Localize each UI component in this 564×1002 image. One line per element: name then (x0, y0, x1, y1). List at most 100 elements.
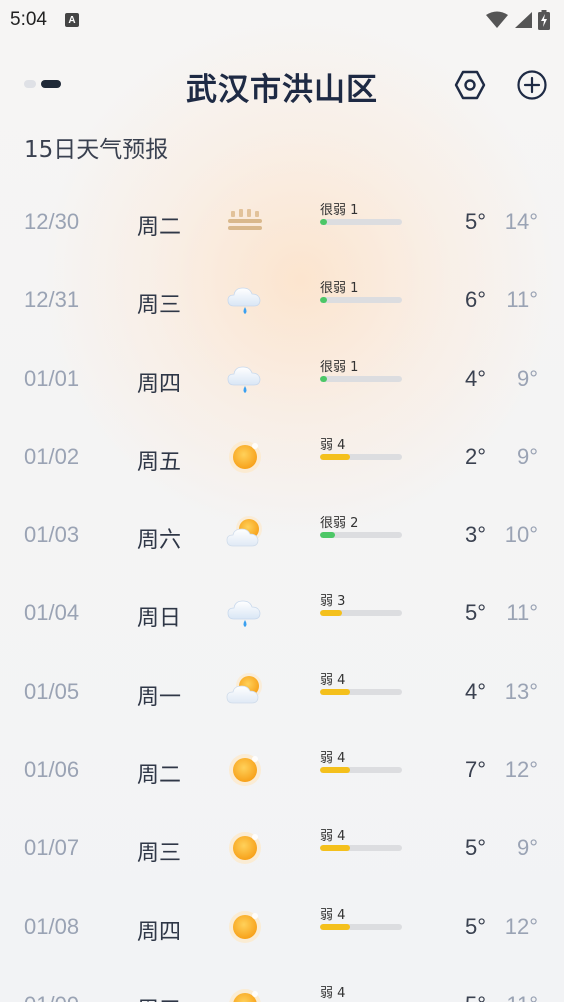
temp-low: 5° (464, 835, 486, 861)
haze-icon (225, 201, 265, 241)
day-date: 01/05 (24, 678, 80, 704)
day-date: 01/04 (24, 600, 80, 626)
aq-bar (320, 688, 402, 695)
forecast-day-row[interactable]: 12/31 周三 很弱 1 6° 11° (0, 263, 564, 341)
aq-label: 很弱 1 (320, 359, 359, 375)
signal-icon (515, 12, 532, 28)
forecast-day-row[interactable]: 12/30 周二 很弱 1 5° 14° (0, 185, 564, 263)
temp-high: 14° (504, 209, 538, 234)
day-date: 01/09 (24, 992, 79, 1002)
temp-low: 5° (464, 600, 486, 626)
a-notification-icon: A (64, 13, 79, 27)
day-weekday: 周一 (137, 684, 182, 710)
aq-bar-fill (320, 845, 350, 852)
day-date: 01/07 (24, 835, 80, 861)
day-weekday: 周三 (137, 841, 182, 867)
header: 武汉市洪山区 (0, 48, 564, 124)
day-date: 01/01 (24, 365, 80, 391)
aq-bar-fill (320, 532, 335, 539)
day-weekday: 周四 (137, 371, 182, 397)
aq-bar (320, 767, 402, 774)
day-date: 01/06 (24, 757, 80, 783)
aq-bar (320, 219, 402, 225)
aq-bar-fill (320, 923, 350, 930)
settings-button[interactable] (453, 68, 487, 102)
light-rain-icon (225, 592, 265, 632)
forecast-day-row[interactable]: 01/03 周六 很弱 2 3° 10° (0, 498, 564, 576)
forecast-list: 12/30 周二 很弱 1 5° 14° 12/31 周三 很弱 1 6° 11° 01/01 周四很… (0, 185, 564, 1002)
temp-low: 4° (464, 678, 486, 704)
day-weekday: 周四 (137, 919, 182, 945)
aq-bar-fill (320, 375, 328, 382)
aq-bar-fill (320, 688, 350, 695)
temp-low: 2° (464, 443, 486, 469)
day-date: 01/02 (24, 443, 80, 469)
day-weekday: 周六 (137, 528, 182, 554)
temp-low: 4° (464, 365, 486, 391)
temp-high: 11° (506, 992, 538, 1002)
aq-label: 很弱 1 (320, 281, 359, 297)
aq-bar-fill (320, 767, 350, 774)
sunny-icon (225, 906, 265, 946)
temp-high: 12° (504, 913, 538, 939)
status-time: 5:04 (10, 9, 47, 30)
aq-label: 弱 3 (320, 594, 346, 610)
temp-low: 7° (464, 757, 486, 783)
hexagon-settings-icon (454, 70, 486, 100)
forecast-day-row[interactable]: 01/04 周日 弱 3 5° 11° (0, 576, 564, 654)
day-weekday: 周日 (137, 606, 182, 632)
sunny-icon (225, 749, 265, 789)
day-date: 01/08 (24, 913, 80, 939)
day-weekday: 周五 (137, 992, 181, 1002)
partly-cloudy-icon (225, 514, 265, 554)
aq-bar (320, 923, 402, 930)
forecast-day-row[interactable]: 01/08 周四 弱 4 5° 12° (0, 890, 564, 968)
aq-bar (320, 453, 402, 460)
temp-high: 10° (504, 522, 538, 548)
temp-high: 13° (504, 678, 538, 704)
forecast-day-row[interactable]: 01/09 周五 弱 4 5° 11° (0, 968, 564, 1002)
day-weekday: 周五 (137, 449, 182, 475)
temp-low: 5° (465, 992, 486, 1002)
aq-bar (320, 297, 402, 304)
aq-bar-fill (320, 219, 328, 225)
aq-bar-fill (320, 297, 328, 304)
add-circle-icon (517, 70, 547, 100)
aq-label: 弱 4 (320, 672, 346, 688)
forecast-day-row[interactable]: 01/02 周五 弱 4 2° 9° (0, 420, 564, 498)
day-date: 12/31 (24, 287, 80, 313)
forecast-day-row[interactable]: 01/07 周三 弱 4 5° 9° (0, 811, 564, 889)
forecast-day-row[interactable]: 01/05 周一 弱 4 4° 13° (0, 655, 564, 733)
temp-high: 11° (506, 600, 538, 626)
aq-label: 弱 4 (320, 907, 346, 923)
day-weekday: 周二 (137, 763, 182, 789)
day-weekday: 周二 (137, 215, 182, 240)
aq-label: 很弱 2 (320, 516, 359, 532)
status-bar: 5:04 A (0, 0, 564, 40)
forecast-day-row[interactable]: 01/01 周四 很弱 1 4° 9° (0, 342, 564, 420)
temp-low: 3° (464, 522, 486, 548)
add-city-button[interactable] (515, 68, 549, 102)
forecast-title: 15日天气预报 (24, 137, 169, 163)
day-date: 01/03 (24, 522, 80, 548)
day-date: 12/30 (24, 209, 80, 234)
aq-label: 弱 4 (320, 829, 346, 845)
temp-low: 5° (464, 913, 486, 939)
light-rain-icon (225, 279, 265, 319)
temp-low: 5° (464, 209, 486, 234)
aq-bar (320, 610, 402, 617)
forecast-day-row[interactable]: 01/06 周二 弱 4 7° 12° (0, 733, 564, 811)
temp-high: 9° (516, 365, 538, 391)
aq-label: 弱 4 (320, 437, 346, 453)
aq-bar (320, 845, 402, 852)
aq-bar (320, 532, 402, 539)
temp-high: 11° (506, 287, 538, 313)
aq-label: 弱 4 (320, 985, 346, 1001)
sunny-icon (225, 984, 265, 1002)
temp-high: 9° (516, 835, 538, 861)
sunny-icon (225, 827, 265, 867)
wifi-icon (486, 11, 508, 28)
aq-bar-fill (320, 453, 350, 460)
temp-high: 12° (504, 757, 538, 783)
light-rain-icon (225, 358, 265, 398)
